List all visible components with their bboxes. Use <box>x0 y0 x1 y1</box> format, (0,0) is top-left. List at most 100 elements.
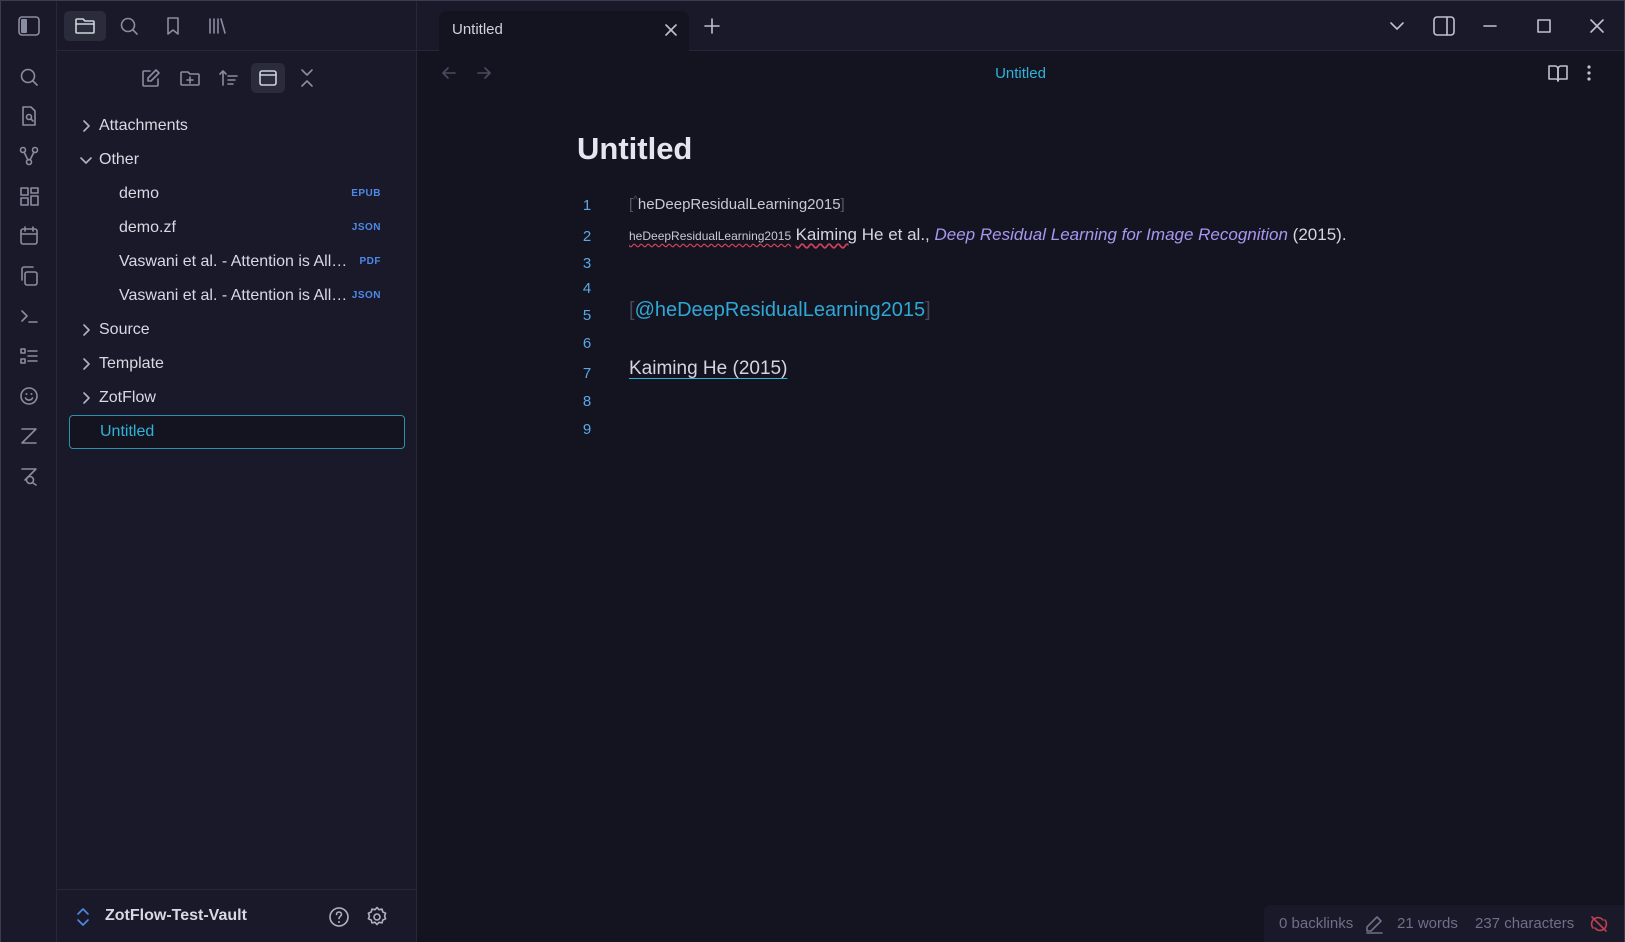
view-header: Untitled <box>417 51 1624 99</box>
editor-line[interactable]: 7 Kaiming He (2015) <box>577 357 1477 393</box>
smiley-icon[interactable] <box>16 383 42 409</box>
edit-pencil-icon[interactable] <box>1364 914 1384 934</box>
author-first-name: Kaiming <box>795 225 858 244</box>
file-item-selected[interactable]: Untitled <box>69 415 405 449</box>
search-icon[interactable] <box>108 11 150 41</box>
word-count: 21 words <box>1397 915 1458 932</box>
vault-switch-icon[interactable] <box>75 906 91 928</box>
reading-view-book-icon[interactable] <box>1547 63 1569 83</box>
minimize-icon[interactable] <box>1477 14 1503 38</box>
backlinks-count[interactable]: 0 backlinks <box>1279 915 1353 932</box>
folder-label: Other <box>99 151 140 168</box>
view-title[interactable]: Untitled <box>417 65 1624 82</box>
editor-line[interactable]: 3 <box>577 251 1477 275</box>
folder-label: Source <box>99 321 150 338</box>
new-tab-icon[interactable] <box>699 14 725 38</box>
app-window: Attachments Other demo EPUB demo.zf JSON… <box>0 0 1625 942</box>
file-tree: Attachments Other demo EPUB demo.zf JSON… <box>69 109 405 449</box>
close-icon[interactable] <box>663 22 679 38</box>
citation-key[interactable]: @heDeepResidualLearning2015 <box>635 299 926 321</box>
library-icon[interactable] <box>196 11 238 41</box>
sync-off-icon[interactable] <box>1589 914 1609 934</box>
file-type-badge: JSON <box>351 290 381 301</box>
file-search-icon[interactable] <box>16 103 42 129</box>
sort-icon[interactable] <box>212 63 246 93</box>
left-ribbon <box>1 1 57 942</box>
zotflow-search-icon[interactable] <box>16 463 42 489</box>
line-content: heDeepResidualLearning2015 Kaiming He et… <box>629 225 1347 245</box>
chevron-right-icon <box>83 324 90 336</box>
file-item[interactable]: demo EPUB <box>69 177 405 211</box>
editor-line[interactable]: 5 [@heDeepResidualLearning2015] <box>577 299 1477 335</box>
editor-line[interactable]: 9 <box>577 417 1477 441</box>
character-count: 237 characters <box>1475 915 1575 932</box>
graph-view-icon[interactable] <box>16 143 42 169</box>
rendered-citation[interactable]: Kaiming He (2015) <box>629 358 787 379</box>
search-icon[interactable] <box>16 64 42 90</box>
file-item[interactable]: Vaswani et al. - Attention is All You Ne… <box>69 245 405 279</box>
line-number: 3 <box>582 255 592 272</box>
file-type-badge: PDF <box>359 256 381 267</box>
files-icon[interactable] <box>64 11 106 41</box>
toggle-sidebar-icon[interactable] <box>15 14 43 38</box>
terminal-icon[interactable] <box>16 303 42 329</box>
line-number: 8 <box>582 393 592 410</box>
author-rest: He et al., <box>857 225 935 244</box>
note-editor[interactable]: Untitled 1 [^heDeepResidualLearning2015]… <box>577 131 1477 438</box>
editor-line[interactable]: 6 <box>577 331 1477 355</box>
tab-title: Untitled <box>452 21 503 38</box>
sidebar-tab-strip <box>57 1 417 51</box>
window-close-icon[interactable] <box>1584 14 1610 38</box>
editor-line[interactable]: 4 <box>577 276 1477 300</box>
list-icon[interactable] <box>16 343 42 369</box>
bookmark-icon[interactable] <box>152 11 194 41</box>
more-options-icon[interactable] <box>1584 63 1594 83</box>
file-nav-actions <box>57 63 417 93</box>
editor-line[interactable]: 2 heDeepResidualLearning2015 Kaiming He … <box>577 225 1477 253</box>
file-item[interactable]: demo.zf JSON <box>69 211 405 245</box>
folder-other[interactable]: Other <box>69 143 405 177</box>
file-label: Vaswani et al. - Attention is All You Ne… <box>119 253 351 270</box>
file-explorer-sidebar: Attachments Other demo EPUB demo.zf JSON… <box>57 1 417 942</box>
line-number: 6 <box>582 335 592 352</box>
line-content: [@heDeepResidualLearning2015] <box>629 299 931 322</box>
tab-untitled[interactable]: Untitled <box>439 11 689 51</box>
tab-bar: Untitled <box>417 1 1624 51</box>
collapse-all-icon[interactable] <box>290 63 324 93</box>
editor-line[interactable]: 1 [^heDeepResidualLearning2015] <box>577 193 1477 217</box>
folder-zotflow[interactable]: ZotFlow <box>69 381 405 415</box>
calendar-icon[interactable] <box>16 223 42 249</box>
tab-list-chevron-down-icon[interactable] <box>1384 14 1410 38</box>
copy-icon[interactable] <box>16 263 42 289</box>
new-folder-icon[interactable] <box>173 63 207 93</box>
footnote-reference[interactable]: heDeepResidualLearning2015 <box>629 229 791 243</box>
folder-label: Template <box>99 355 164 372</box>
folder-label: ZotFlow <box>99 389 156 406</box>
maximize-icon[interactable] <box>1531 14 1557 38</box>
line-number: 5 <box>582 307 592 324</box>
file-label: Untitled <box>100 423 155 440</box>
folder-attachments[interactable]: Attachments <box>69 109 405 143</box>
canvas-icon[interactable] <box>16 183 42 209</box>
chevron-right-icon <box>83 120 90 132</box>
folder-source[interactable]: Source <box>69 313 405 347</box>
new-note-icon[interactable] <box>134 63 168 93</box>
help-icon[interactable] <box>327 905 351 929</box>
settings-gear-icon[interactable] <box>365 905 389 929</box>
vault-name[interactable]: ZotFlow-Test-Vault <box>105 907 247 925</box>
file-label: demo.zf <box>119 219 176 236</box>
toggle-right-sidebar-icon[interactable] <box>1431 14 1457 38</box>
line-number: 1 <box>582 197 592 214</box>
folder-template[interactable]: Template <box>69 347 405 381</box>
work-title-link[interactable]: Deep Residual Learning for Image Recogni… <box>935 225 1288 244</box>
zotflow-icon[interactable] <box>16 423 42 449</box>
bracket: ] <box>840 196 845 213</box>
file-item[interactable]: Vaswani et al. - Attention is All You Ne… <box>69 279 405 313</box>
line-number: 9 <box>582 421 592 438</box>
editor-line[interactable]: 8 <box>577 389 1477 413</box>
chevron-down-icon <box>80 157 92 164</box>
work-year: (2015). <box>1287 225 1347 244</box>
note-title[interactable]: Untitled <box>577 131 1477 181</box>
auto-reveal-icon[interactable] <box>251 63 285 93</box>
file-label: Vaswani et al. - Attention is All You Ne… <box>119 287 351 304</box>
